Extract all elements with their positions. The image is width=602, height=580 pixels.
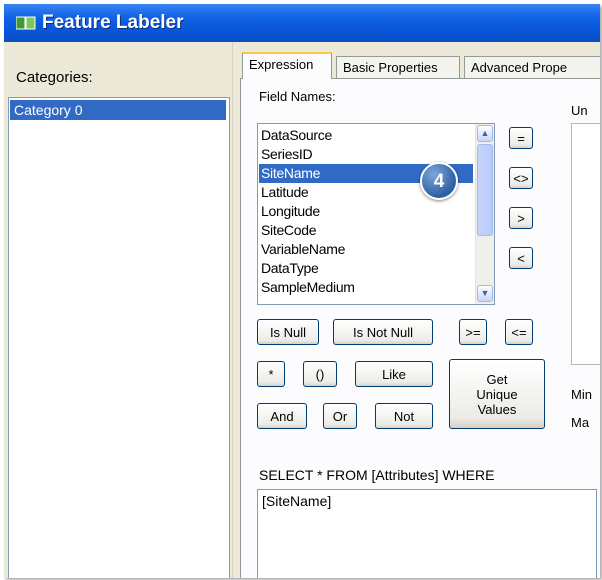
greater-equal-button[interactable]: >= (459, 319, 487, 345)
categories-panel: Categories: Category 0 (4, 42, 232, 578)
unique-values-label: Un (571, 103, 588, 118)
get-unique-values-button[interactable]: Get Unique Values (449, 359, 545, 429)
scroll-thumb[interactable] (477, 144, 493, 236)
is-not-null-button[interactable]: Is Not Null (333, 319, 433, 345)
field-item[interactable]: SeriesID (261, 145, 313, 164)
field-item[interactable]: Latitude (261, 183, 309, 202)
like-button[interactable]: Like (355, 361, 433, 387)
field-item[interactable]: SiteCode (261, 221, 317, 240)
less-than-button[interactable]: < (509, 247, 533, 269)
field-item[interactable]: SampleMedium (261, 278, 355, 297)
expression-tab-panel: Field Names: DataSource SeriesID SiteNam… (240, 78, 600, 578)
step-callout-badge: 4 (420, 162, 458, 200)
feature-labeler-window: Feature Labeler Categories: Category 0 E… (4, 4, 600, 578)
window-title: Feature Labeler (42, 12, 184, 33)
or-button[interactable]: Or (323, 403, 357, 429)
app-icon (16, 16, 36, 30)
category-item[interactable]: Category 0 (10, 100, 226, 120)
title-bar[interactable]: Feature Labeler (4, 4, 600, 42)
parentheses-button[interactable]: () (303, 361, 337, 387)
greater-than-button[interactable]: > (509, 207, 533, 229)
max-label: Ma (571, 415, 590, 430)
min-label: Min (571, 387, 592, 402)
panel-splitter[interactable] (232, 42, 237, 578)
field-item[interactable]: Longitude (261, 202, 320, 221)
unique-values-list[interactable] (571, 123, 600, 365)
tab-advanced-properties[interactable]: Advanced Prope (464, 56, 600, 78)
not-equal-button[interactable]: <> (509, 167, 533, 189)
tab-basic-properties[interactable]: Basic Properties (336, 56, 460, 78)
sql-prefix-label: SELECT * FROM [Attributes] WHERE (259, 467, 495, 483)
tab-expression[interactable]: Expression (242, 52, 332, 79)
field-names-label: Field Names: (259, 89, 336, 104)
field-list-scrollbar[interactable]: ▲ ▼ (475, 124, 494, 304)
field-item[interactable]: VariableName (261, 240, 345, 259)
wildcard-button[interactable]: * (257, 361, 285, 387)
and-button[interactable]: And (257, 403, 307, 429)
equal-button[interactable]: = (509, 127, 533, 149)
not-button[interactable]: Not (375, 403, 433, 429)
field-item[interactable]: DataSource (261, 126, 332, 145)
scroll-up-icon[interactable]: ▲ (477, 125, 493, 142)
sql-expression-input[interactable]: [SiteName] (257, 489, 597, 578)
field-names-list[interactable]: DataSource SeriesID SiteName Latitude Lo… (257, 123, 495, 305)
field-item[interactable]: DataType (261, 259, 319, 278)
categories-list[interactable]: Category 0 (8, 97, 230, 578)
categories-label: Categories: (16, 69, 93, 86)
less-equal-button[interactable]: <= (505, 319, 533, 345)
scroll-down-icon[interactable]: ▼ (477, 285, 493, 302)
is-null-button[interactable]: Is Null (257, 319, 319, 345)
